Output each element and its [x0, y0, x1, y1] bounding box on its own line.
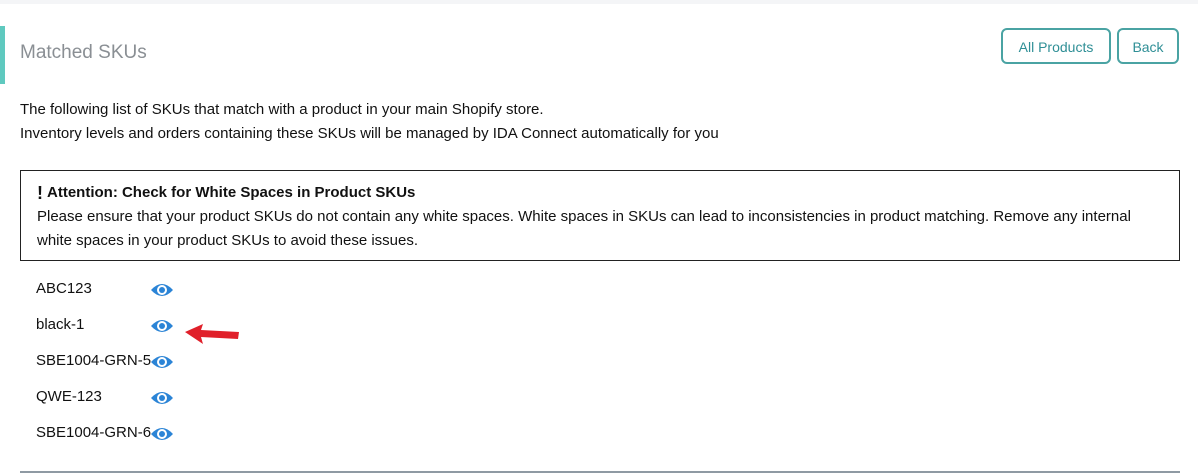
page-title: Matched SKUs	[20, 42, 147, 63]
annotation-arrow-icon	[185, 324, 239, 344]
exclamation-icon: !	[37, 183, 43, 203]
page-header: Matched SKUs All Products Back	[0, 22, 1198, 84]
matched-skus-card: Matched SKUs All Products Back The follo…	[0, 4, 1198, 475]
intro-line-1: The following list of SKUs that match wi…	[20, 101, 544, 118]
list-item: SBE1004-GRN-5	[36, 348, 336, 384]
attention-body: Please ensure that your product SKUs do …	[37, 208, 1131, 249]
sku-label: SBE1004-GRN-5	[36, 352, 152, 369]
attention-title: Attention: Check for White Spaces in Pro…	[47, 184, 416, 201]
list-item: SBE1004-GRN-6	[36, 420, 336, 456]
list-item: ABC123	[36, 276, 336, 312]
list-item: QWE-123	[36, 384, 336, 420]
sku-label: QWE-123	[36, 388, 102, 405]
attention-box: ! Attention: Check for White Spaces in P…	[20, 170, 1180, 261]
eye-icon[interactable]	[150, 281, 174, 299]
sku-label: SBE1004-GRN-6	[36, 424, 152, 441]
bottom-divider	[20, 471, 1180, 473]
intro-text: The following list of SKUs that match wi…	[20, 98, 1170, 146]
eye-icon[interactable]	[150, 353, 174, 371]
sku-label: black-1	[36, 316, 85, 333]
accent-bar	[0, 26, 5, 84]
sku-list: ABC123 black-1 SBE1004-GRN-5 QWE-123 SBE…	[36, 276, 336, 456]
eye-icon[interactable]	[150, 425, 174, 443]
back-button[interactable]: Back	[1117, 28, 1179, 64]
eye-icon[interactable]	[150, 389, 174, 407]
intro-line-2: Inventory levels and orders containing t…	[20, 125, 719, 142]
all-products-button[interactable]: All Products	[1001, 28, 1111, 64]
attention-title-row: ! Attention: Check for White Spaces in P…	[37, 181, 1163, 205]
sku-label: ABC123	[36, 280, 92, 297]
eye-icon[interactable]	[150, 317, 174, 335]
